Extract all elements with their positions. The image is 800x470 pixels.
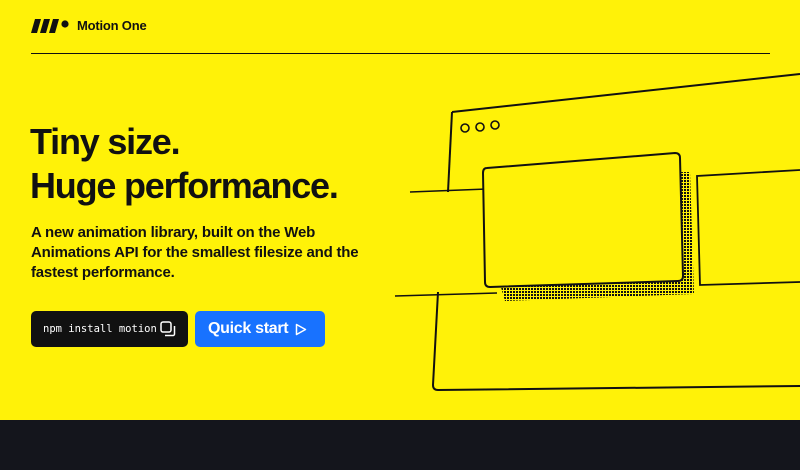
browser-window-illustration [394,73,800,392]
front-panel [481,151,685,289]
right-panel [696,169,800,286]
window-control-dots [460,120,500,133]
dark-footer-band [0,420,800,470]
motion-lines [394,188,498,297]
